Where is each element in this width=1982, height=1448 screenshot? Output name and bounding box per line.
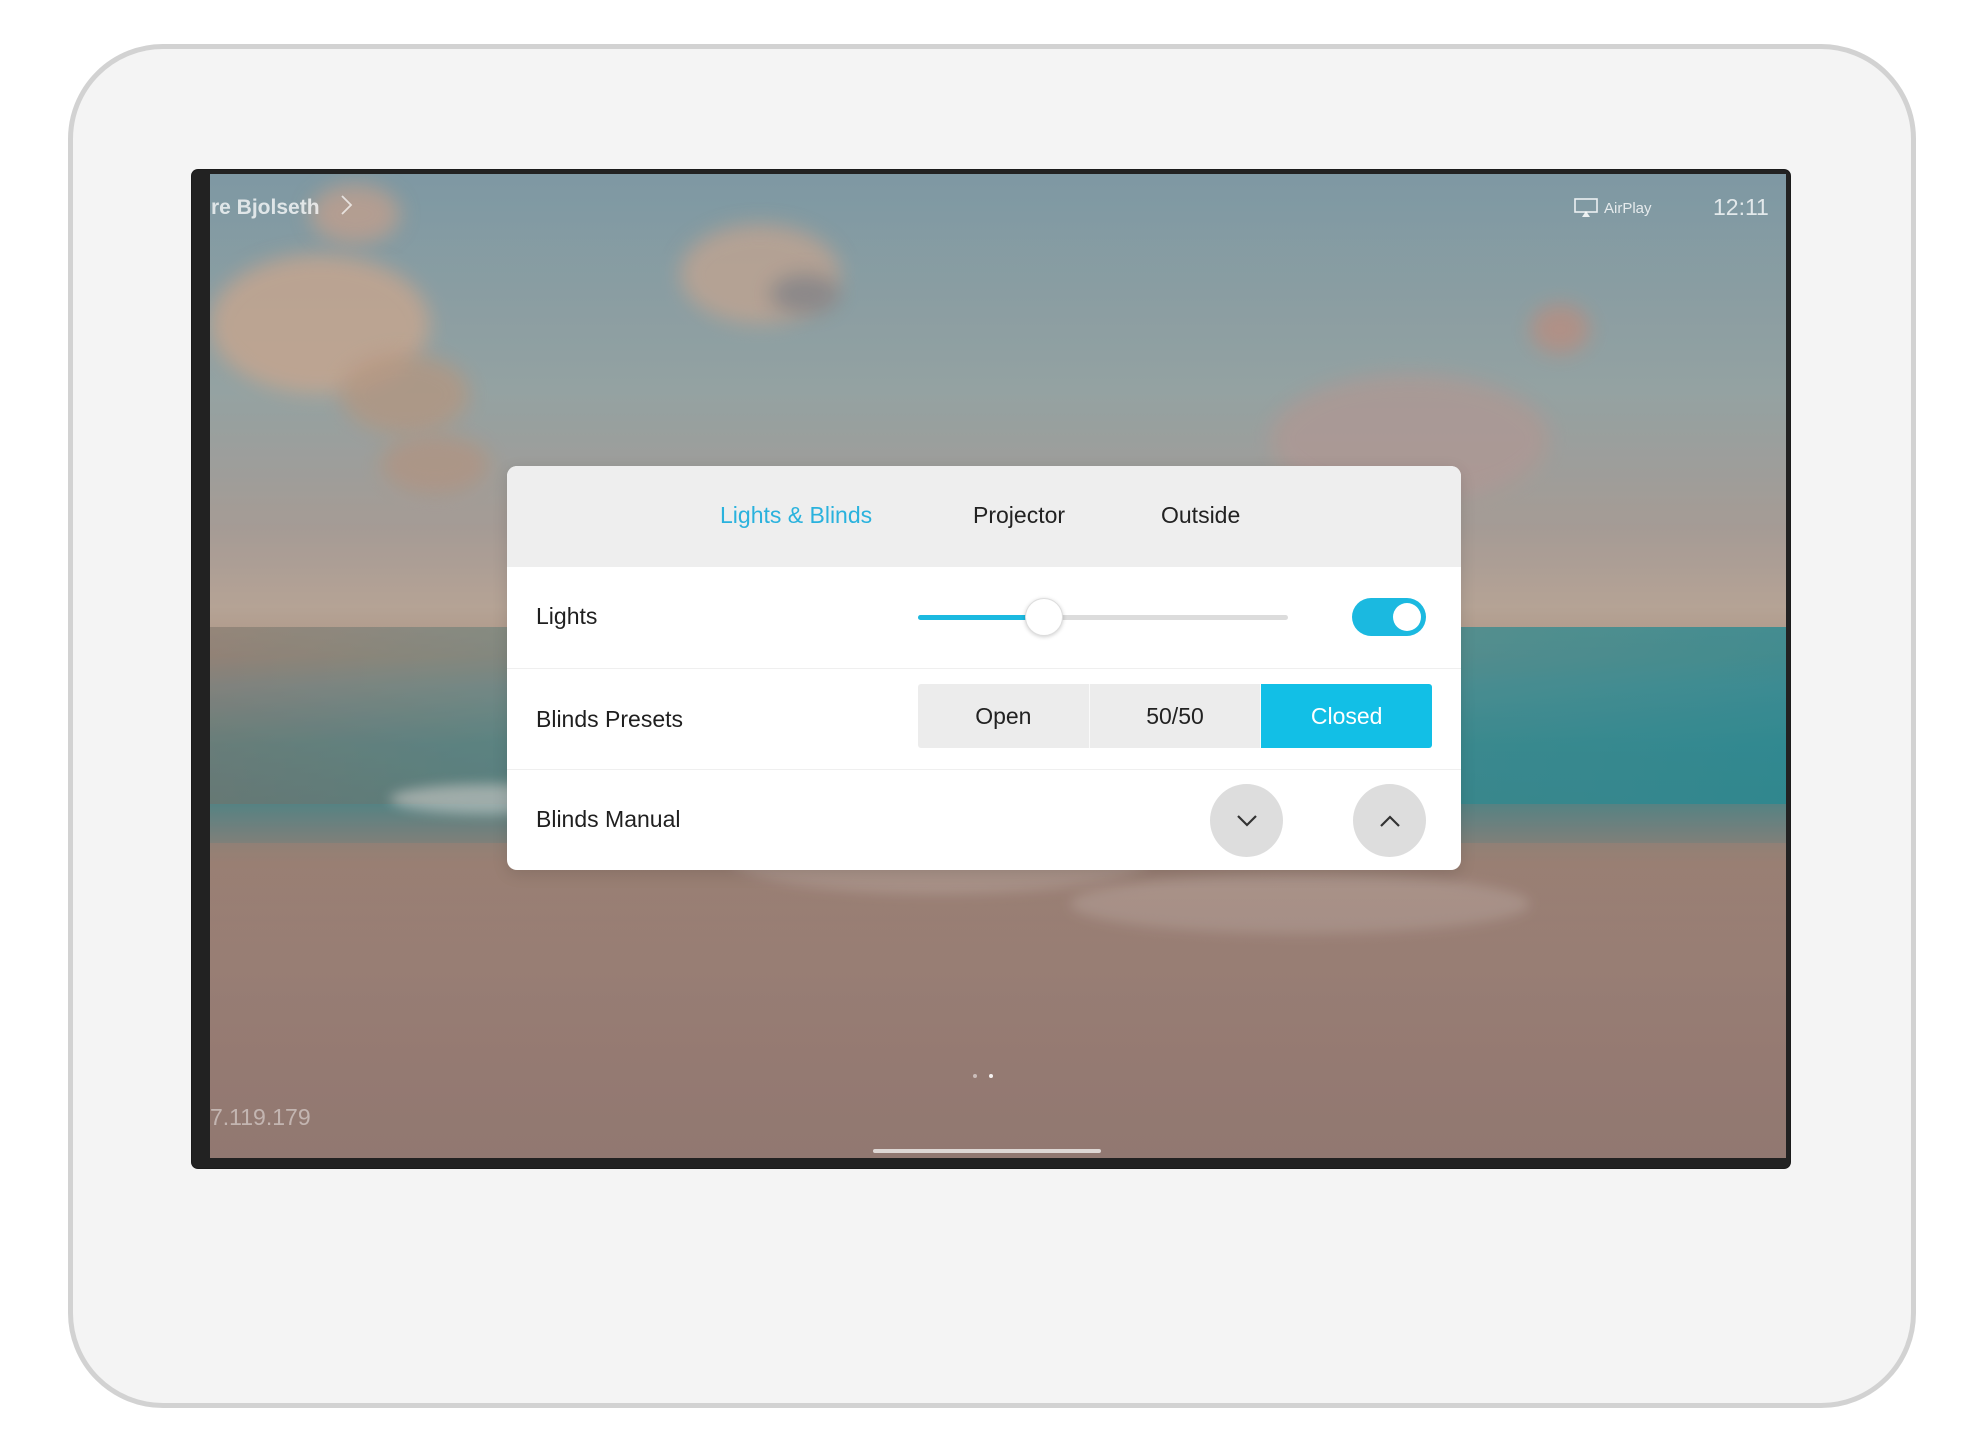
chevron-down-icon: [1236, 814, 1257, 827]
panel-tab-bar: Lights & Blinds Projector Outside: [507, 466, 1461, 567]
lights-slider-thumb[interactable]: [1024, 598, 1063, 636]
tab-projector[interactable]: Projector: [973, 502, 1065, 529]
blinds-down-button[interactable]: [1210, 784, 1283, 857]
lights-label: Lights: [536, 603, 598, 629]
room-control-panel: Lights & Blinds Projector Outside Lights…: [507, 466, 1461, 870]
ip-address: 7.119.179: [210, 1104, 311, 1130]
blinds-manual-label: Blinds Manual: [536, 806, 681, 832]
tab-outside[interactable]: Outside: [1161, 502, 1240, 529]
chevron-right-icon[interactable]: [335, 193, 359, 217]
blinds-presets-segmented-control: Open 50/50 Closed: [918, 684, 1432, 748]
preset-50-50-button[interactable]: 50/50: [1089, 684, 1262, 748]
preset-open-button[interactable]: Open: [918, 684, 1090, 748]
lights-toggle-knob: [1393, 603, 1421, 631]
airplay-label: AirPlay: [1604, 199, 1652, 217]
blinds-presets-label: Blinds Presets: [536, 706, 684, 732]
blinds-manual-row: Blinds Manual: [507, 769, 1461, 870]
lights-slider[interactable]: [918, 598, 1288, 636]
airplay-icon: [1574, 198, 1598, 217]
clock: 12:11: [1713, 194, 1769, 220]
page-indicator: [973, 1074, 1003, 1080]
chevron-up-icon: [1379, 814, 1400, 827]
lights-row: Lights: [507, 567, 1461, 668]
tab-lights-blinds[interactable]: Lights & Blinds: [720, 502, 872, 529]
blinds-presets-row: Blinds Presets Open 50/50 Closed: [507, 668, 1461, 769]
preset-closed-button[interactable]: Closed: [1261, 684, 1432, 748]
airplay-button[interactable]: AirPlay: [1574, 198, 1652, 218]
user-name[interactable]: re Bjolseth: [211, 196, 320, 220]
blinds-up-button[interactable]: [1353, 784, 1426, 857]
home-indicator-bar[interactable]: [873, 1149, 1101, 1153]
lights-toggle[interactable]: [1352, 598, 1426, 636]
